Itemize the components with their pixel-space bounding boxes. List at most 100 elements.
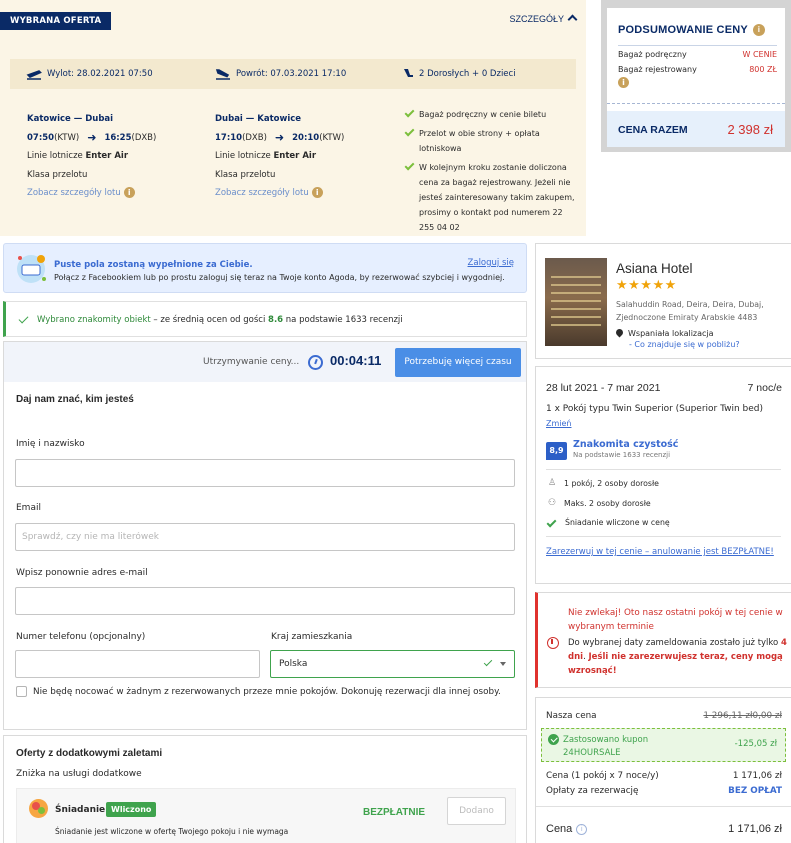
departure-text: Wylot: 28.02.2021 07:50 [47, 69, 153, 79]
our-price-label: Nasza cena [546, 711, 597, 721]
inclusion-item: W kolejnym kroku zostanie doliczona cena… [404, 160, 575, 235]
max-occupancy-text: Maks. 2 osoby dorosłe [564, 498, 651, 508]
people-icon: ⚇ [547, 498, 557, 508]
name-input[interactable] [15, 459, 515, 487]
extra-offers-section: Oferty z dodatkowymi zaletami Zniżka na … [3, 735, 527, 843]
stay-nights: 7 noc/e [747, 382, 782, 394]
check-circle-icon [548, 734, 559, 745]
hotel-address: Salahuddin Road, Deira, Deira, Dubaj, Zj… [616, 300, 764, 322]
inclusion-item: Bagaż podręczny w cenie biletu [404, 107, 575, 122]
change-room-link[interactable]: Zmień [546, 419, 572, 428]
checked-baggage-label: Bagaż rejestrowany [618, 65, 697, 74]
inclusion-text: Przelot w obie strony + opłata lotniskow… [419, 129, 540, 153]
alarm-icon [547, 637, 559, 649]
coupon-value: -125,05 zł [734, 739, 777, 749]
email-confirm-input[interactable] [15, 587, 515, 615]
flight-inclusions: Bagaż podręczny w cenie biletu Przelot w… [404, 107, 575, 235]
breakfast-icon [29, 799, 48, 818]
flight-summary-bar: Wylot: 28.02.2021 07:50 Powrót: 07.03.20… [10, 59, 576, 89]
urgency-notice: Nie zwlekaj! Oto nasz ostatni pokój w te… [535, 592, 791, 688]
hand-baggage-label: Bagaż podręczny [618, 50, 687, 59]
inbound-details-link[interactable]: Zobacz szczegóły lotu i [215, 184, 344, 203]
login-link[interactable]: Zaloguj się [468, 258, 514, 268]
check-icon [404, 126, 415, 137]
cleanliness-title: Znakomita czystość [573, 439, 679, 450]
info-icon[interactable]: i [311, 187, 323, 198]
airline-name: Enter Air [273, 151, 317, 161]
urgency-title: Nie zwlekaj! Oto nasz ostatni pokój w te… [568, 608, 783, 632]
prefill-subtitle: Połącz z Facebookiem lub po prostu zalog… [54, 273, 505, 282]
checked-baggage-row: Bagaż rejestrowany 800 ZŁ i [618, 65, 777, 88]
inbound-times: 17:10 (DXB) ➜ 20:10 (KTW) [215, 129, 344, 148]
email-input[interactable] [15, 523, 515, 551]
form-heading: Daj nam znać, kim jesteś [16, 394, 134, 405]
selected-lead: Wybrano znakomity obiekt [37, 315, 151, 325]
outbound-dep-code: (KTW) [54, 132, 80, 143]
check-icon [546, 517, 557, 528]
person-icon: ♙ [547, 478, 557, 488]
info-icon[interactable]: i [618, 77, 629, 88]
stay-dates: 28 lut 2021 - 7 mar 2021 [546, 382, 661, 394]
hotel-name: Asiana Hotel [616, 261, 693, 276]
booking-for-other-checkbox[interactable] [16, 686, 27, 697]
inbound-route: Dubai — Katowice [215, 114, 302, 124]
selected-property-text: Wybrano znakomity obiekt – ze średnią oc… [37, 315, 403, 325]
total-price-label: CENA RAZEM [618, 124, 688, 136]
price-hold-bar: Utrzymywanie ceny... 00:04:11 Potrzebuję… [4, 342, 526, 382]
arrow-right-icon: ➜ [274, 130, 285, 144]
room-type: 1 x Pokój typu Twin Superior (Superior T… [546, 404, 764, 414]
passengers-text: 2 Dorosłych + 0 Dzieci [419, 69, 516, 79]
info-icon[interactable]: i [123, 187, 135, 198]
hotel-card: Asiana Hotel ★★★★★ Salahuddin Road, Deir… [535, 243, 791, 359]
room-price-label: Cena (1 pokój x 7 noce/y) [546, 771, 659, 781]
room-price-value: 1 171,06 zł [732, 771, 782, 781]
added-button[interactable]: Dodano [447, 797, 506, 825]
final-price-label: Cena [546, 823, 573, 835]
guest-details-form: Utrzymywanie ceny... 00:04:11 Potrzebuję… [3, 341, 527, 730]
coupon-title: Zastosowano kupon [563, 735, 649, 745]
more-time-button[interactable]: Potrzebuję więcej czasu [395, 348, 521, 377]
airline-prefix: Linie lotnicze [27, 151, 86, 161]
breakfast-included: Śniadanie wliczone w cenę [546, 517, 670, 528]
extras-heading: Oferty z dodatkowymi zaletami [16, 748, 163, 759]
return-info: Powrót: 07.03.2021 17:10 [215, 68, 346, 80]
airline-prefix: Linie lotnicze [215, 151, 274, 161]
check-icon [18, 313, 29, 324]
booking-fee-value: BEZ OPŁAT [728, 786, 782, 796]
price-summary-title: PODSUMOWANIE CENY i [618, 24, 765, 37]
free-cancellation-link[interactable]: Zarezerwuj w tej cenie – anulowanie jest… [546, 545, 776, 559]
info-icon[interactable]: i [752, 24, 765, 37]
details-toggle-label: SZCZEGÓŁY [509, 14, 564, 24]
info-icon[interactable]: i [576, 823, 588, 835]
phone-input[interactable] [15, 650, 260, 678]
seat-icon [404, 69, 413, 77]
final-price-value: 1 171,06 zł [728, 823, 782, 835]
departure-info: Wylot: 28.02.2021 07:50 [26, 68, 153, 80]
facebook-prefill-banner: Puste pola zostaną wypełnione za Ciebie.… [3, 243, 527, 293]
country-select[interactable]: Polska [270, 650, 515, 678]
inbound-class: Klasa przelotu [215, 169, 276, 180]
location-rating: Wspaniała lokalizacja [628, 329, 714, 338]
extras-subheading: Zniżka na usługi dodatkowe [16, 769, 142, 779]
cleanliness-score: 8,9 [546, 442, 567, 460]
our-price-row: Nasza cena 1 296,11 zł0,00 zł [546, 711, 782, 721]
outbound-details-link[interactable]: Zobacz szczegóły lotu i [27, 184, 156, 203]
outbound-flight: Katowice — Dubai 07:50 (KTW) ➜ 16:25 (DXB)… [27, 110, 156, 203]
country-label: Kraj zamieszkania [271, 632, 353, 642]
booking-for-other-label[interactable]: Nie będę nocować w żadnym z rezerwowanyc… [33, 685, 513, 699]
plane-landing-icon [215, 69, 230, 80]
prefill-illustration-icon [17, 255, 46, 283]
rooms-guests-text: 1 pokój, 2 osoby dorosłe [564, 478, 659, 488]
inbound-flight: Dubai — Katowice 17:10 (DXB) ➜ 20:10 (KTW)… [215, 110, 344, 203]
country-value: Polska [279, 659, 308, 669]
divider [546, 469, 781, 470]
hotel-photo[interactable] [545, 258, 607, 346]
details-toggle[interactable]: SZCZEGÓŁY [509, 14, 578, 25]
location-pin-icon [614, 327, 625, 338]
price-summary-panel: PODSUMOWANIE CENY i Bagaż podręczny W CEN… [601, 0, 791, 152]
breakfast-price: BEZPŁATNIE [363, 807, 426, 818]
nearby-link[interactable]: - Co znajduje się w pobliżu? [616, 339, 740, 350]
cleanliness-subtitle: Na podstawie 1633 recenzji [573, 451, 671, 459]
outbound-times: 07:50 (KTW) ➜ 16:25 (DXB) [27, 129, 156, 148]
check-icon [404, 160, 415, 171]
